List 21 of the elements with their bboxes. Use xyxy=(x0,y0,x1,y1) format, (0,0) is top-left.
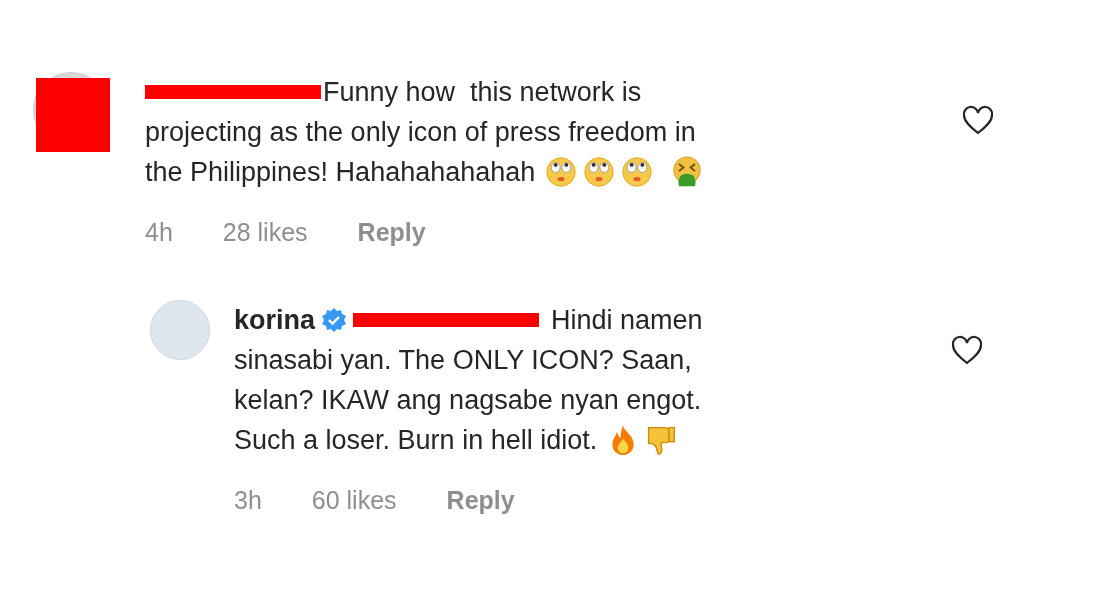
comment-text: Hindi namen xyxy=(551,304,703,337)
reply-link[interactable]: Reply xyxy=(446,480,515,520)
eye-roll-emoji-icon xyxy=(621,156,654,188)
likes-count[interactable]: 28 likes xyxy=(222,212,308,252)
comment-text: Such a loser. Burn in hell idiot. xyxy=(234,424,598,457)
likes-count[interactable]: 60 likes xyxy=(311,480,397,520)
comment-text: projecting as the only icon of press freedom in xyxy=(145,116,696,149)
comment-text: Funny how this network is xyxy=(323,76,642,109)
username[interactable]: korina xyxy=(234,300,316,340)
comment-time: 4h xyxy=(145,217,173,248)
comment-time: 3h xyxy=(234,485,262,516)
like-heart-icon[interactable] xyxy=(950,334,984,366)
vomiting-face-emoji-icon xyxy=(671,156,704,188)
comment-text: kelan? IKAW ang nagsabe nyan engot. xyxy=(234,384,702,417)
comment-text: sinasabi yan. The ONLY ICON? Saan, xyxy=(234,344,692,377)
eye-roll-emoji-icon xyxy=(583,156,616,188)
reply-link[interactable]: Reply xyxy=(357,212,426,252)
thumbs-down-emoji-icon xyxy=(645,424,678,456)
like-heart-icon[interactable] xyxy=(961,104,995,136)
eye-roll-emoji-icon xyxy=(545,156,578,188)
comment-text: the Philippines! Hahahahahahah xyxy=(145,156,536,189)
